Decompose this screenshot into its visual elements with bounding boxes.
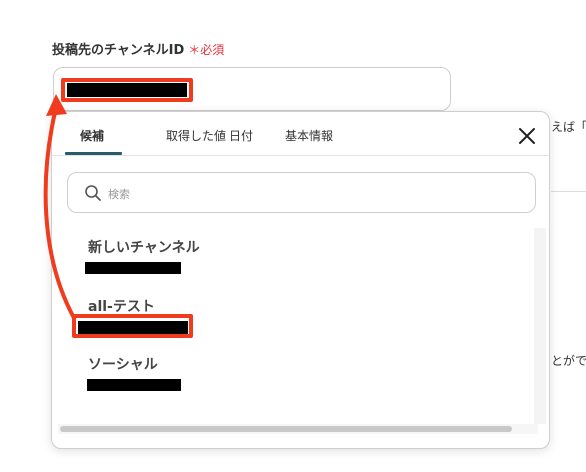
search-icon bbox=[85, 185, 101, 201]
highlight-box-input bbox=[61, 78, 193, 102]
redacted-option-id bbox=[87, 379, 181, 391]
tab-date[interactable]: 日付 bbox=[229, 127, 253, 144]
field-label: 投稿先のチャンネルID ＊必須 bbox=[52, 39, 224, 58]
tab-basic-info[interactable]: 基本情報 bbox=[285, 127, 333, 144]
search-placeholder: 検索 bbox=[108, 188, 130, 201]
tab-bar: 候補 取得した値 日付 基本情報 bbox=[52, 112, 549, 156]
side-text-top: えば「C bbox=[551, 120, 586, 134]
side-divider bbox=[551, 191, 586, 192]
tab-retrieved-values[interactable]: 取得した値 bbox=[166, 127, 226, 144]
close-button[interactable] bbox=[518, 127, 536, 145]
required-mark: ＊必須 bbox=[188, 43, 225, 57]
search-field[interactable]: 検索 bbox=[67, 172, 536, 213]
option-title: all-テスト bbox=[88, 299, 155, 315]
redacted-option-id bbox=[85, 262, 181, 274]
horizontal-scrollbar-thumb[interactable] bbox=[60, 426, 512, 432]
close-icon bbox=[519, 128, 535, 144]
option-title: ソーシャル bbox=[88, 357, 158, 373]
tab-candidates[interactable]: 候補 bbox=[80, 127, 104, 144]
value-picker-popover: 候補 取得した値 日付 基本情報 検索 新しいチャンネル all-テスト ソーシ… bbox=[51, 111, 550, 449]
option-title: 新しいチャンネル bbox=[88, 240, 200, 256]
active-tab-indicator bbox=[65, 152, 122, 155]
horizontal-scrollbar[interactable] bbox=[58, 424, 538, 434]
field-label-text: 投稿先のチャンネルID bbox=[52, 43, 185, 58]
side-text-bottom: とがで bbox=[551, 354, 586, 368]
highlight-box-option bbox=[72, 314, 193, 338]
vertical-scrollbar[interactable] bbox=[534, 228, 546, 424]
